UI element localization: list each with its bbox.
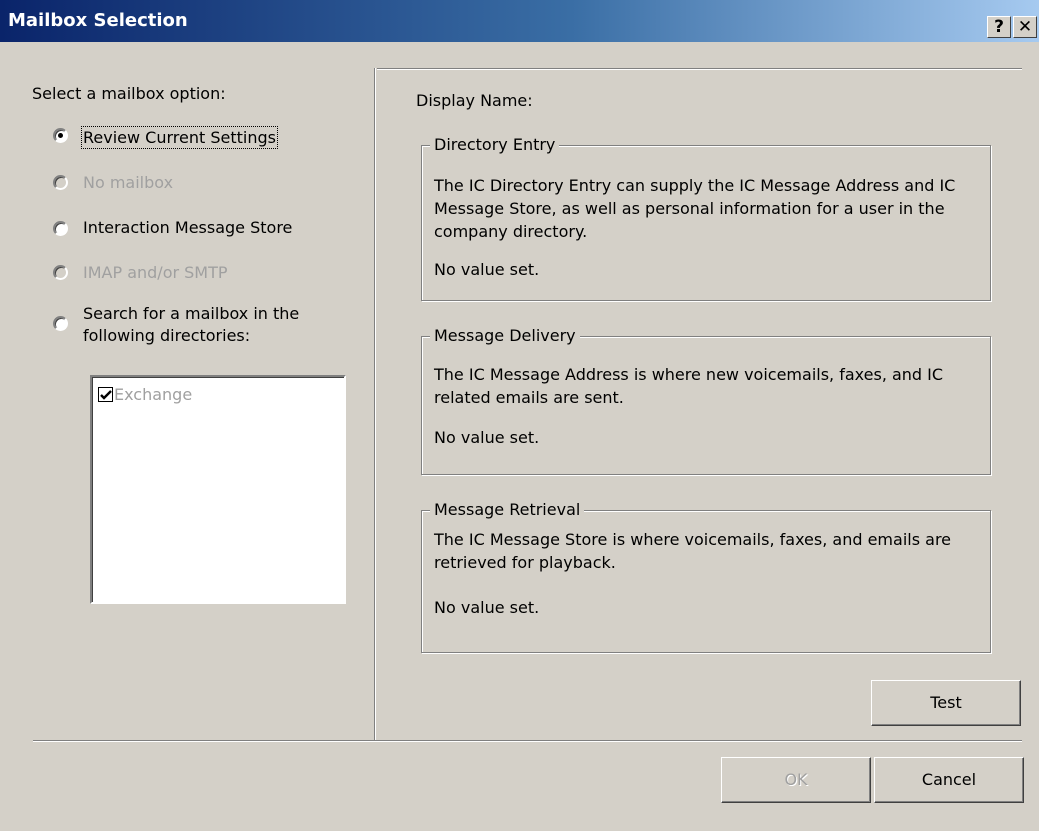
vertical-separator-highlight: [375, 68, 376, 740]
directory-entry-group: Directory Entry The IC Directory Entry c…: [421, 135, 991, 301]
checkmark-icon: [100, 390, 112, 400]
radio-label[interactable]: IMAP and/or SMTP: [83, 263, 228, 282]
exchange-label[interactable]: Exchange: [114, 385, 192, 404]
window-title: Mailbox Selection: [8, 10, 188, 31]
top-separator-highlight: [377, 69, 1022, 70]
close-icon[interactable]: ✕: [1013, 16, 1037, 38]
group-description: The IC Message Store is where voicemails…: [434, 530, 952, 572]
message-retrieval-group: Message Retrieval The IC Message Store i…: [421, 500, 991, 653]
group-description: The IC Directory Entry can supply the IC…: [434, 176, 956, 241]
radio-label-line2[interactable]: following directories:: [83, 326, 250, 345]
title-bar[interactable]: Mailbox Selection ? ✕: [0, 0, 1039, 42]
group-value: No value set.: [434, 598, 540, 617]
radio-label-line1[interactable]: Search for a mailbox in the: [83, 304, 299, 323]
group-title: Message Delivery: [430, 326, 580, 345]
directories-listbox[interactable]: Exchange: [90, 375, 346, 604]
mailbox-option-heading: Select a mailbox option:: [32, 84, 226, 103]
group-value: No value set.: [434, 428, 540, 447]
exchange-checkbox[interactable]: [98, 387, 113, 402]
radio-button[interactable]: [53, 265, 68, 280]
radio-button[interactable]: [53, 175, 68, 190]
display-name-label: Display Name:: [416, 91, 533, 110]
mailbox-selection-dialog: Mailbox Selection ? ✕ Select a mailbox o…: [0, 0, 1039, 831]
test-button[interactable]: Test: [871, 680, 1021, 726]
bottom-separator-highlight: [33, 741, 1022, 742]
radio-label[interactable]: Review Current Settings: [81, 126, 278, 149]
group-value: No value set.: [434, 260, 540, 279]
group-title: Directory Entry: [430, 135, 560, 154]
ok-button[interactable]: OK: [721, 757, 871, 803]
radio-dot: [58, 133, 63, 138]
radio-label[interactable]: Interaction Message Store: [83, 218, 292, 237]
cancel-button[interactable]: Cancel: [874, 757, 1024, 803]
radio-button[interactable]: [53, 221, 68, 236]
group-title: Message Retrieval: [430, 500, 585, 519]
radio-label[interactable]: No mailbox: [83, 173, 173, 192]
group-description: The IC Message Address is where new voic…: [434, 365, 944, 407]
radio-button[interactable]: [53, 128, 68, 143]
help-icon[interactable]: ?: [987, 16, 1011, 38]
radio-button[interactable]: [53, 316, 68, 331]
message-delivery-group: Message Delivery The IC Message Address …: [421, 326, 991, 475]
